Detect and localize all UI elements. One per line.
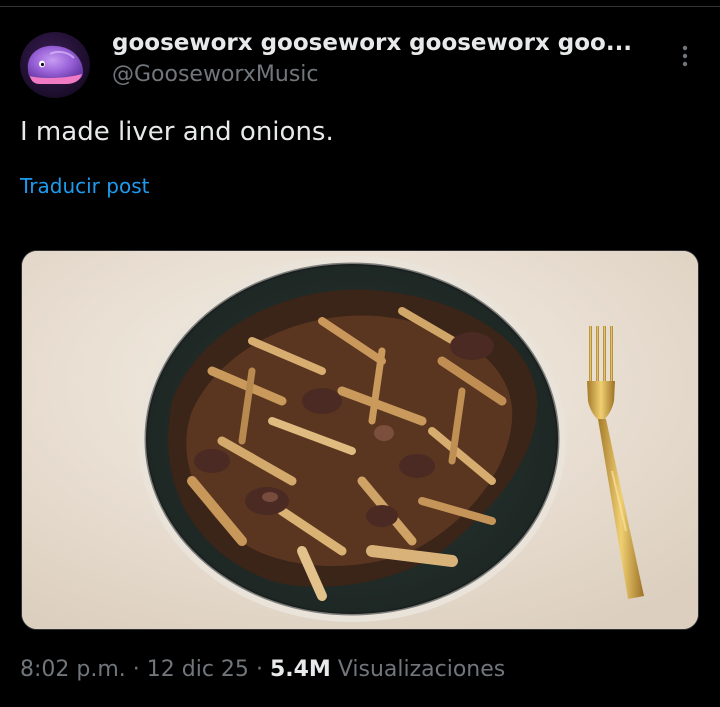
tweet-metadata: 8:02 p.m. · 12 dic 25 · 5.4M Visualizaci… [20, 657, 505, 682]
views-count: 5.4M [269, 657, 331, 682]
meta-separator: · [255, 657, 263, 682]
tweet-media-image[interactable] [21, 250, 699, 630]
tweet: gooseworx gooseworx gooseworx goo... @Go… [0, 0, 720, 707]
more-options-icon [682, 45, 688, 67]
purple-whale-avatar-icon [27, 45, 84, 84]
avatar[interactable] [20, 32, 90, 98]
more-options-button[interactable] [672, 40, 698, 72]
food-photo [22, 251, 698, 629]
tweet-text: I made liver and onions. [20, 117, 334, 147]
views-label: Visualizaciones [337, 657, 506, 682]
meta-separator: · [132, 657, 140, 682]
user-handle[interactable]: @GooseworxMusic [112, 62, 319, 87]
divider-line [0, 0, 720, 7]
display-name[interactable]: gooseworx gooseworx gooseworx goo... [112, 30, 652, 56]
tweet-date[interactable]: 12 dic 25 [147, 657, 249, 682]
tweet-time[interactable]: 8:02 p.m. [20, 657, 126, 682]
translate-post-link[interactable]: Traducir post [20, 174, 149, 198]
